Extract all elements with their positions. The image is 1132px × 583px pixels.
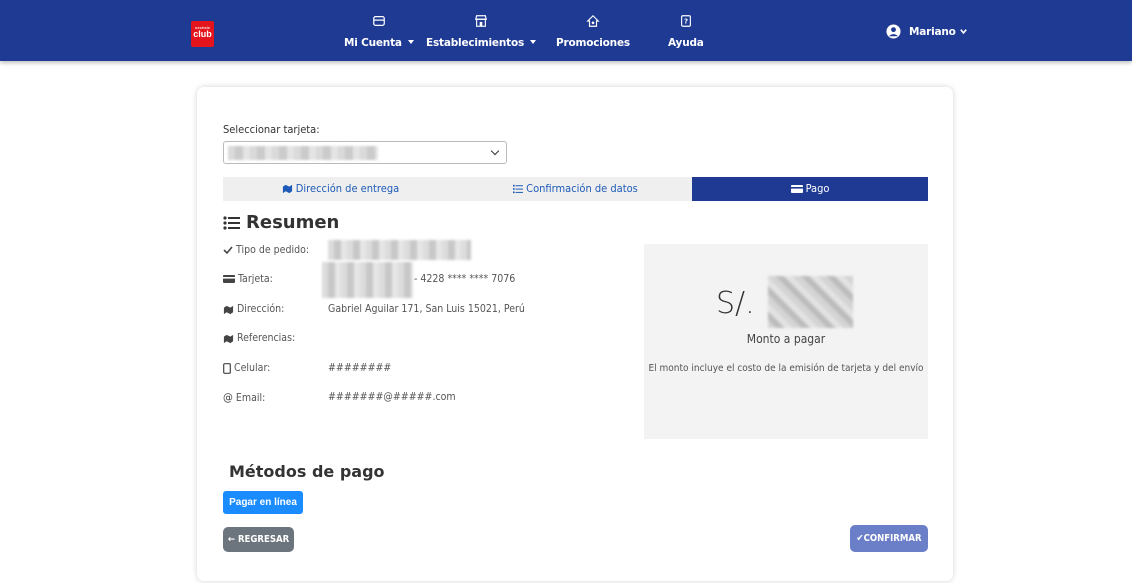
map-icon	[223, 305, 234, 314]
at-icon: @	[223, 391, 233, 404]
step-pago-label: Pago	[805, 182, 830, 195]
direccion-label: Dirección:	[237, 303, 285, 315]
step-direccion-label: Dirección de entrega	[295, 182, 400, 195]
map-icon	[223, 334, 234, 343]
tipo-pedido-label: Tipo de pedido:	[236, 244, 310, 256]
nav-ayuda-label: Ayuda	[668, 37, 704, 49]
chevron-down-icon	[490, 146, 500, 156]
logo-main-text: club	[193, 29, 212, 39]
nav-promociones[interactable]: Promociones	[556, 14, 630, 50]
nav-mi-cuenta[interactable]: Mi Cuenta	[344, 14, 414, 50]
amount-note: El monto incluye el costo de la emisión …	[648, 363, 924, 374]
list-icon	[223, 215, 240, 230]
arrow-left-icon: ←	[227, 534, 235, 545]
pay-online-button[interactable]: Pagar en línea	[223, 491, 303, 514]
step-confirmacion-datos[interactable]: Confirmación de datos	[458, 177, 693, 201]
card-select[interactable]	[223, 141, 507, 164]
row-email-label: @ Email:	[223, 391, 265, 404]
payment-methods-title: Métodos de pago	[229, 462, 385, 481]
nav-ayuda[interactable]: ? Ayuda	[668, 14, 704, 50]
card-icon	[790, 185, 803, 193]
check-icon	[223, 246, 233, 255]
credit-card-icon	[223, 275, 235, 283]
list-icon	[513, 184, 524, 194]
confirm-button[interactable]: ✔CONFIRMAR	[850, 525, 928, 552]
amount-label: Monto a pagar	[746, 332, 826, 346]
logo-top-text: oechsle	[195, 25, 210, 30]
nav-promociones-label: Promociones	[556, 37, 630, 49]
email-label: Email:	[235, 391, 266, 404]
user-circle-icon	[886, 24, 901, 39]
redacted-card-value	[228, 146, 378, 160]
store-icon	[475, 15, 487, 27]
checkout-steps: Dirección de entrega Confirmación de dat…	[223, 177, 928, 201]
help-icon: ?	[680, 15, 691, 27]
promotion-tag-icon	[586, 14, 600, 27]
user-menu[interactable]: Mariano	[886, 24, 968, 39]
back-button[interactable]: ← REGRESAR	[223, 527, 294, 552]
select-card-label: Seleccionar tarjeta:	[223, 123, 320, 136]
row-tarjeta-label: Tarjeta:	[223, 273, 273, 285]
email-value: #######@#####.com	[328, 391, 456, 403]
check-icon: ✔	[856, 533, 864, 544]
chevron-down-icon	[530, 39, 537, 44]
top-navbar: oechsle club Mi Cuenta Establecimientos …	[0, 0, 1132, 61]
wallet-icon	[373, 16, 385, 26]
redacted-card-name	[322, 262, 413, 298]
back-button-label: REGRESAR	[237, 534, 290, 545]
chevron-down-icon	[407, 39, 414, 44]
chevron-down-icon	[959, 29, 967, 35]
summary-heading: Resumen	[223, 212, 339, 233]
celular-value: ########	[328, 362, 392, 374]
summary-title: Resumen	[246, 212, 340, 233]
phone-icon	[223, 362, 231, 374]
tarjeta-label: Tarjeta:	[238, 273, 273, 285]
user-name: Mariano	[909, 25, 956, 38]
step-confirmacion-label: Confirmación de datos	[526, 182, 638, 195]
referencias-label: Referencias:	[237, 332, 296, 344]
row-direccion-label: Dirección:	[223, 303, 284, 315]
redacted-tipo-pedido	[328, 240, 471, 260]
brand-logo[interactable]: oechsle club	[191, 21, 214, 47]
svg-text:?: ?	[684, 18, 688, 26]
celular-label: Celular:	[234, 362, 271, 374]
nav-establecimientos[interactable]: Establecimientos	[426, 14, 537, 50]
map-icon	[282, 184, 292, 194]
row-celular-label: Celular:	[223, 362, 270, 374]
row-referencias-label: Referencias:	[223, 332, 295, 344]
direccion-value: Gabriel Aguilar 171, San Luis 15021, Per…	[328, 303, 525, 315]
step-direccion-entrega[interactable]: Dirección de entrega	[223, 177, 458, 201]
step-pago[interactable]: Pago	[692, 177, 928, 201]
tarjeta-value: - 4228 **** **** 7076	[414, 273, 516, 285]
amount-currency: S/.	[716, 286, 755, 321]
row-tipo-pedido-label: Tipo de pedido:	[223, 244, 309, 256]
nav-mi-cuenta-label: Mi Cuenta	[344, 37, 402, 49]
nav-establecimientos-label: Establecimientos	[426, 37, 525, 49]
redacted-amount	[768, 276, 853, 328]
confirm-button-label: CONFIRMAR	[863, 533, 922, 544]
